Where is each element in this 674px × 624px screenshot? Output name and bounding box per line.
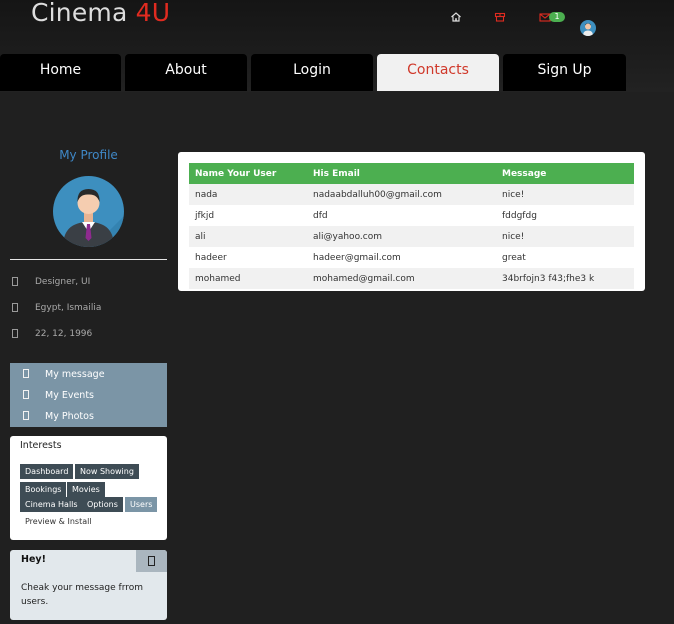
brand-accent: 4U — [135, 0, 171, 27]
contacts-table: Name Your User His Email Message nada na… — [189, 163, 634, 289]
nav-tab-home[interactable]: Home — [0, 54, 121, 91]
info-location: Egypt, Ismailia — [10, 302, 167, 316]
cell-message: fddgfdg — [496, 205, 634, 226]
hey-title: Hey! — [21, 554, 46, 565]
tag-preview-install[interactable]: Preview & Install — [20, 514, 97, 529]
profile-menu: My message My Events My Photos — [10, 363, 167, 427]
tag-now-showing[interactable]: Now Showing — [75, 464, 139, 479]
cell-message: nice! — [496, 226, 634, 247]
menu-item-label: My Events — [45, 390, 95, 401]
table-row: ali ali@yahoo.com nice! — [189, 226, 634, 247]
profile-divider — [10, 259, 167, 260]
profile-title[interactable]: My Profile — [10, 148, 167, 162]
nav-tab-contacts[interactable]: Contacts — [377, 54, 499, 91]
photos-icon — [23, 411, 29, 420]
cell-email: hadeer@gmail.com — [307, 247, 496, 268]
nav-tab-login[interactable]: Login — [251, 54, 373, 91]
message-icon — [23, 369, 29, 378]
interests-panel: Interests Dashboard Now Showing Bookings… — [10, 436, 167, 540]
tag-options[interactable]: Options — [82, 497, 123, 512]
contacts-card: Name Your User His Email Message nada na… — [178, 152, 645, 291]
column-header-email: His Email — [307, 163, 496, 184]
column-header-name: Name Your User — [189, 163, 307, 184]
menu-item-my-events[interactable]: My Events — [10, 386, 167, 406]
nav-tab-about[interactable]: About — [125, 54, 247, 91]
close-icon — [148, 556, 155, 566]
cell-name: mohamed — [189, 268, 307, 289]
table-row: hadeer hadeer@gmail.com great — [189, 247, 634, 268]
cell-email: nadaabdalluh00@gmail.com — [307, 184, 496, 205]
tag-bookings[interactable]: Bookings — [20, 482, 67, 497]
menu-item-label: My Photos — [45, 411, 94, 422]
profile-avatar-icon — [63, 189, 124, 247]
location-icon — [12, 303, 18, 312]
cell-email: ali@yahoo.com — [307, 226, 496, 247]
info-occupation: Designer, UI — [10, 276, 167, 290]
info-birthday: 22, 12, 1996 — [10, 328, 167, 342]
table-header-row: Name Your User His Email Message — [189, 163, 634, 184]
cell-email: dfd — [307, 205, 496, 226]
briefcase-icon — [12, 277, 18, 286]
hey-message: Cheak your message frrom users. — [21, 583, 144, 607]
tag-cinema-halls[interactable]: Cinema Halls — [20, 497, 83, 512]
info-birthday-text: 22, 12, 1996 — [35, 329, 93, 339]
cell-name: jfkjd — [189, 205, 307, 226]
hey-panel: Hey! Cheak your message frrom users. — [10, 550, 167, 620]
cell-message: nice! — [496, 184, 634, 205]
cell-name: ali — [189, 226, 307, 247]
nav-tab-sign-up[interactable]: Sign Up — [503, 54, 626, 91]
brand-logo[interactable]: Cinema 4U — [31, 0, 170, 27]
tag-dashboard[interactable]: Dashboard — [20, 464, 74, 479]
table-row: jfkjd dfd fddgfdg — [189, 205, 634, 226]
table-row: nada nadaabdalluh00@gmail.com nice! — [189, 184, 634, 205]
home-icon[interactable] — [450, 11, 462, 23]
cell-name: nada — [189, 184, 307, 205]
profile-avatar — [53, 176, 124, 247]
table-row: mohamed mohamed@gmail.com 34brfojn3 f43;… — [189, 268, 634, 289]
calendar-icon — [12, 329, 18, 338]
user-avatar[interactable] — [580, 20, 596, 36]
info-occupation-text: Designer, UI — [35, 277, 91, 287]
brand-name: Cinema — [31, 0, 128, 27]
cell-email: mohamed@gmail.com — [307, 268, 496, 289]
menu-item-my-message[interactable]: My message — [10, 365, 167, 385]
menu-item-label: My message — [45, 369, 105, 380]
avatar-icon — [583, 23, 593, 36]
cell-message: great — [496, 247, 634, 268]
info-location-text: Egypt, Ismailia — [35, 303, 102, 313]
mail-badge: 1 — [549, 12, 565, 22]
column-header-message: Message — [496, 163, 634, 184]
menu-item-my-photos[interactable]: My Photos — [10, 407, 167, 427]
store-icon[interactable] — [494, 11, 506, 23]
events-icon — [23, 390, 29, 399]
hey-close-button[interactable] — [136, 550, 167, 572]
cell-message: 34brfojn3 f43;fhe3 k — [496, 268, 634, 289]
tag-movies[interactable]: Movies — [67, 482, 105, 497]
cell-name: hadeer — [189, 247, 307, 268]
interests-title: Interests — [20, 440, 62, 451]
tag-users[interactable]: Users — [125, 497, 158, 512]
